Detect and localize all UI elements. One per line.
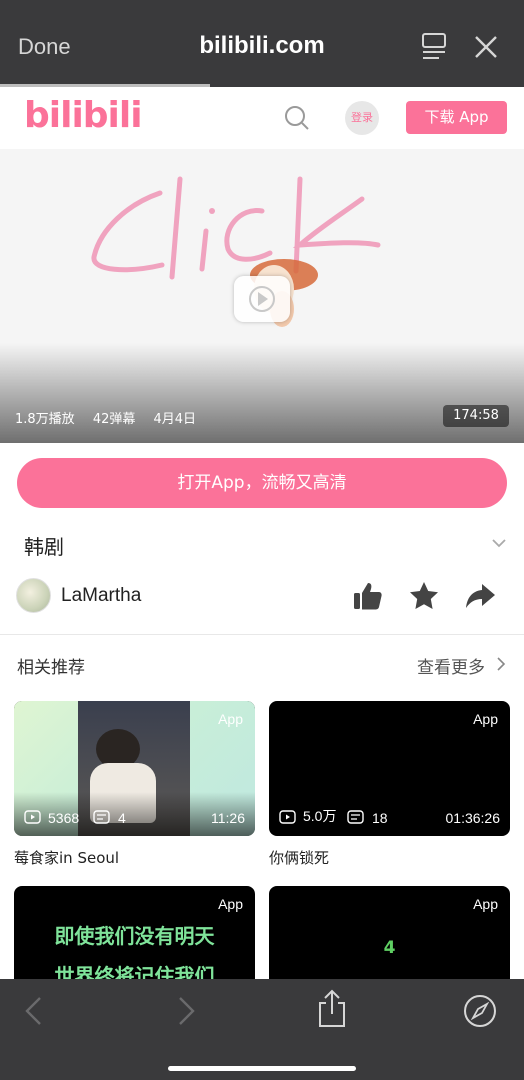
- video-player[interactable]: 1.8万播放 42弹幕 4月4日 174:58: [0, 149, 524, 443]
- bilibili-logo[interactable]: bilibili: [24, 95, 143, 136]
- card-app-label: App: [473, 711, 498, 727]
- video-stats: 1.8万播放 42弹幕 4月4日: [15, 408, 210, 427]
- download-app-button[interactable]: 下载 App: [406, 101, 507, 134]
- like-icon[interactable]: [352, 580, 384, 612]
- publish-date: 4月4日: [153, 412, 197, 427]
- play-count-icon: [279, 810, 296, 824]
- play-icon[interactable]: [234, 276, 290, 322]
- section-divider: [0, 634, 524, 635]
- card-app-label: App: [218, 711, 243, 727]
- related-card[interactable]: App 5.0万 18 01:36:26: [269, 701, 510, 836]
- video-gradient: [0, 343, 524, 443]
- compass-icon[interactable]: [462, 993, 498, 1029]
- card-app-label: App: [473, 896, 498, 912]
- card-thumbnail-text: 4: [383, 938, 396, 958]
- chevron-down-icon[interactable]: [490, 535, 508, 551]
- see-more-link[interactable]: 查看更多: [417, 653, 485, 678]
- video-duration: 174:58: [443, 405, 509, 427]
- forward-chevron-icon[interactable]: [172, 995, 198, 1027]
- browser-bottom-bar: [0, 979, 524, 1080]
- card-app-label: App: [218, 896, 243, 912]
- open-app-button[interactable]: 打开App，流畅又高清: [17, 458, 507, 508]
- related-title: 相关推荐: [17, 658, 85, 678]
- card-play-count: 5368: [48, 810, 80, 826]
- chevron-right-icon[interactable]: [496, 656, 506, 672]
- danmaku-icon: [347, 810, 364, 824]
- close-icon[interactable]: [471, 30, 501, 64]
- author-name[interactable]: LaMartha: [61, 585, 141, 607]
- reader-mode-icon[interactable]: [419, 30, 449, 64]
- site-header: bilibili 登录 下载 App: [0, 87, 524, 149]
- card-duration: 11:26: [211, 810, 245, 826]
- video-title: 韩剧: [24, 535, 64, 559]
- card-duration: 01:36:26: [445, 810, 501, 826]
- favorite-star-icon[interactable]: [408, 580, 440, 612]
- author-avatar[interactable]: [16, 578, 51, 613]
- related-card[interactable]: App 5368 4 11:26: [14, 701, 255, 836]
- search-icon[interactable]: [284, 105, 310, 131]
- card-danmaku-count: 4: [118, 810, 126, 826]
- back-chevron-icon[interactable]: [22, 995, 48, 1027]
- browser-top-bar: Done bilibili.com: [0, 0, 524, 87]
- share-icon[interactable]: [464, 580, 496, 612]
- card-title[interactable]: 莓食家in Seoul: [14, 847, 119, 868]
- card-title[interactable]: 你俩锁死: [269, 847, 329, 868]
- play-count-icon: [24, 810, 41, 824]
- play-count: 1.8万播放: [15, 412, 75, 427]
- card-play-count: 5.0万: [303, 808, 337, 824]
- card-thumbnail-text: 即使我们没有明天: [54, 924, 215, 948]
- home-indicator: [168, 1066, 356, 1071]
- danmaku-count: 42弹幕: [92, 412, 136, 427]
- card-danmaku-count: 18: [372, 810, 388, 826]
- danmaku-icon: [93, 810, 110, 824]
- login-button[interactable]: 登录: [345, 101, 379, 135]
- share-sheet-icon[interactable]: [315, 989, 349, 1029]
